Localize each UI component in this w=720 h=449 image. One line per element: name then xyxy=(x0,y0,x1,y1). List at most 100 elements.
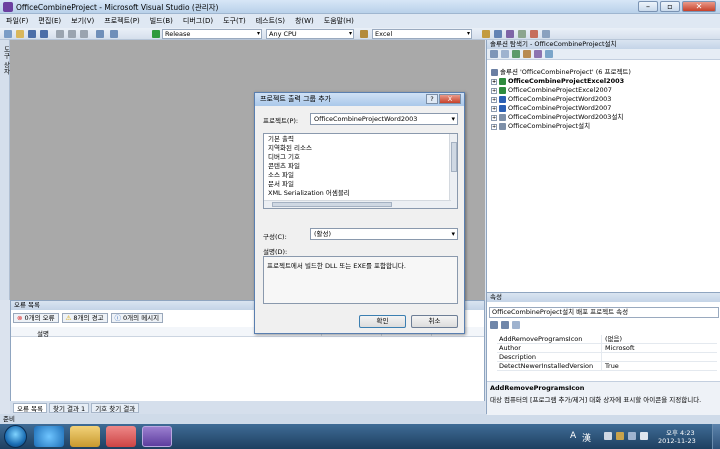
show-all-files-icon[interactable] xyxy=(501,50,509,58)
scroll-thumb[interactable] xyxy=(272,202,392,207)
visual-studio-taskbar-icon[interactable] xyxy=(142,426,172,447)
explorer-folder-icon[interactable] xyxy=(70,426,100,447)
categorized-icon[interactable] xyxy=(490,321,498,329)
minimize-button[interactable]: – xyxy=(638,1,658,12)
find-combo[interactable]: Excel xyxy=(372,29,472,39)
menu-build[interactable]: 빌드(B) xyxy=(150,16,173,26)
list-horizontal-scrollbar[interactable] xyxy=(264,200,451,208)
toolbox-icon[interactable] xyxy=(518,30,526,38)
property-pages-icon[interactable] xyxy=(512,321,520,329)
property-value[interactable]: Microsoft xyxy=(603,344,635,353)
config-combo[interactable]: Release xyxy=(162,29,262,39)
app-icon[interactable] xyxy=(106,426,136,447)
expand-icon[interactable]: + xyxy=(491,114,497,121)
tree-item-solution[interactable]: 솔루션 'OfficeCombineProject' (6 프로젝트) xyxy=(491,68,631,77)
list-vertical-scrollbar[interactable] xyxy=(449,134,457,208)
save-icon[interactable] xyxy=(28,30,36,38)
close-button[interactable]: ✕ xyxy=(682,1,716,12)
list-item[interactable]: 디버그 기호 xyxy=(268,153,300,162)
output-group-list[interactable]: 기본 출력 지역화된 리소스 디버그 기호 콘텐츠 파일 소스 파일 문서 파일… xyxy=(263,133,458,209)
show-desktop-button[interactable] xyxy=(712,424,720,449)
properties-icon[interactable] xyxy=(490,50,498,58)
ime-indicator[interactable]: 漢 xyxy=(582,431,591,444)
tab-error-list[interactable]: 오류 목록 xyxy=(13,402,47,413)
menu-view[interactable]: 보기(V) xyxy=(71,16,94,26)
expand-icon[interactable]: + xyxy=(491,78,497,85)
tree-item-project[interactable]: + OfficeCombineProjectWord2007 xyxy=(491,104,611,113)
cancel-button[interactable]: 취소 xyxy=(411,315,458,328)
list-item[interactable]: 소스 파일 xyxy=(268,171,294,180)
paste-icon[interactable] xyxy=(80,30,88,38)
ok-button[interactable]: 확인 xyxy=(359,315,406,328)
properties-icon[interactable] xyxy=(494,30,502,38)
property-row[interactable]: Author Microsoft xyxy=(497,344,717,353)
save-all-icon[interactable] xyxy=(40,30,48,38)
tree-item-project[interactable]: + OfficeCombineProjectWord2003 xyxy=(491,95,611,104)
warnings-filter-button[interactable]: ⚠ 8개의 경고 xyxy=(61,313,108,323)
start-debug-icon[interactable] xyxy=(152,30,160,38)
copy-icon[interactable] xyxy=(68,30,76,38)
volume-icon[interactable] xyxy=(640,432,648,440)
property-row[interactable]: AddRemoveProgramsIcon (없음) xyxy=(497,335,717,344)
expand-icon[interactable]: + xyxy=(491,105,497,112)
col-description[interactable]: 설명 xyxy=(37,328,49,338)
internet-explorer-icon[interactable] xyxy=(34,426,64,447)
expand-icon[interactable]: + xyxy=(491,123,497,130)
messages-filter-button[interactable]: ⓘ 0개의 메시지 xyxy=(110,313,164,323)
new-project-icon[interactable] xyxy=(4,30,12,38)
dialog-close-button[interactable]: X xyxy=(439,94,461,104)
solution-explorer-icon[interactable] xyxy=(482,30,490,38)
help-button[interactable]: ? xyxy=(426,94,438,104)
list-item[interactable]: 지역화된 리소스 xyxy=(268,144,312,153)
list-item[interactable]: 문서 파일 xyxy=(268,180,294,189)
object-browser-icon[interactable] xyxy=(506,30,514,38)
maximize-button[interactable]: ▫ xyxy=(660,1,680,12)
menu-tools[interactable]: 도구(T) xyxy=(223,16,246,26)
registry-editor-icon[interactable] xyxy=(534,50,542,58)
flag-icon[interactable] xyxy=(616,432,624,440)
errors-filter-button[interactable]: ⊗ 0개의 오류 xyxy=(13,313,59,323)
start-page-icon[interactable] xyxy=(530,30,538,38)
property-value[interactable]: (없음) xyxy=(603,335,622,344)
menu-project[interactable]: 프로젝트(P) xyxy=(104,16,139,26)
property-row[interactable]: Description xyxy=(497,353,717,362)
clock-date[interactable]: 2012-11-23 xyxy=(658,437,696,445)
tree-item-project[interactable]: + OfficeCombineProject설치 xyxy=(491,122,590,131)
menu-file[interactable]: 파일(F) xyxy=(6,16,28,26)
scroll-thumb[interactable] xyxy=(451,142,457,172)
expand-icon[interactable]: + xyxy=(491,87,497,94)
list-item[interactable]: 콘텐츠 파일 xyxy=(268,162,300,171)
file-system-editor-icon[interactable] xyxy=(523,50,531,58)
menu-debug[interactable]: 디버그(D) xyxy=(183,16,213,26)
menu-help[interactable]: 도움말(H) xyxy=(324,16,354,26)
menu-window[interactable]: 창(W) xyxy=(295,16,314,26)
options-icon[interactable] xyxy=(542,30,550,38)
project-combo[interactable]: OfficeCombineProjectWord2003 xyxy=(310,113,458,125)
tray-icon[interactable] xyxy=(604,432,612,440)
tree-item-project[interactable]: + OfficeCombineProjectExcel2007 xyxy=(491,86,612,95)
tab-find-symbol-results[interactable]: 기호 찾기 결과 xyxy=(91,402,140,413)
network-icon[interactable] xyxy=(628,432,636,440)
tree-item-project[interactable]: + OfficeCombineProjectWord2003설치 xyxy=(491,113,623,122)
properties-object-combo[interactable]: OfficeCombineProject설치 배포 프로젝트 속성 xyxy=(489,307,719,318)
cut-icon[interactable] xyxy=(56,30,64,38)
property-value[interactable]: True xyxy=(603,362,619,371)
property-row[interactable]: DetectNewerInstalledVersion True xyxy=(497,362,717,371)
menu-test[interactable]: 테스트(S) xyxy=(256,16,285,26)
list-item[interactable]: 기본 출력 xyxy=(268,135,294,144)
file-types-editor-icon[interactable] xyxy=(545,50,553,58)
tree-item-project[interactable]: + OfficeCombineProjectExcel2003 xyxy=(491,77,624,86)
start-button[interactable] xyxy=(4,425,27,448)
language-indicator[interactable]: A xyxy=(570,431,576,441)
alphabetical-icon[interactable] xyxy=(501,321,509,329)
undo-icon[interactable] xyxy=(96,30,104,38)
refresh-icon[interactable] xyxy=(512,50,520,58)
expand-icon[interactable]: + xyxy=(491,96,497,103)
list-item[interactable]: XML Serialization 어셈블리 xyxy=(268,189,350,198)
open-icon[interactable] xyxy=(16,30,24,38)
clock-time[interactable]: 오후 4:23 xyxy=(666,427,695,437)
toolbox-tab[interactable]: 도구 상자 xyxy=(0,40,10,300)
find-icon[interactable] xyxy=(360,30,368,38)
redo-icon[interactable] xyxy=(110,30,118,38)
menu-edit[interactable]: 편집(E) xyxy=(38,16,61,26)
